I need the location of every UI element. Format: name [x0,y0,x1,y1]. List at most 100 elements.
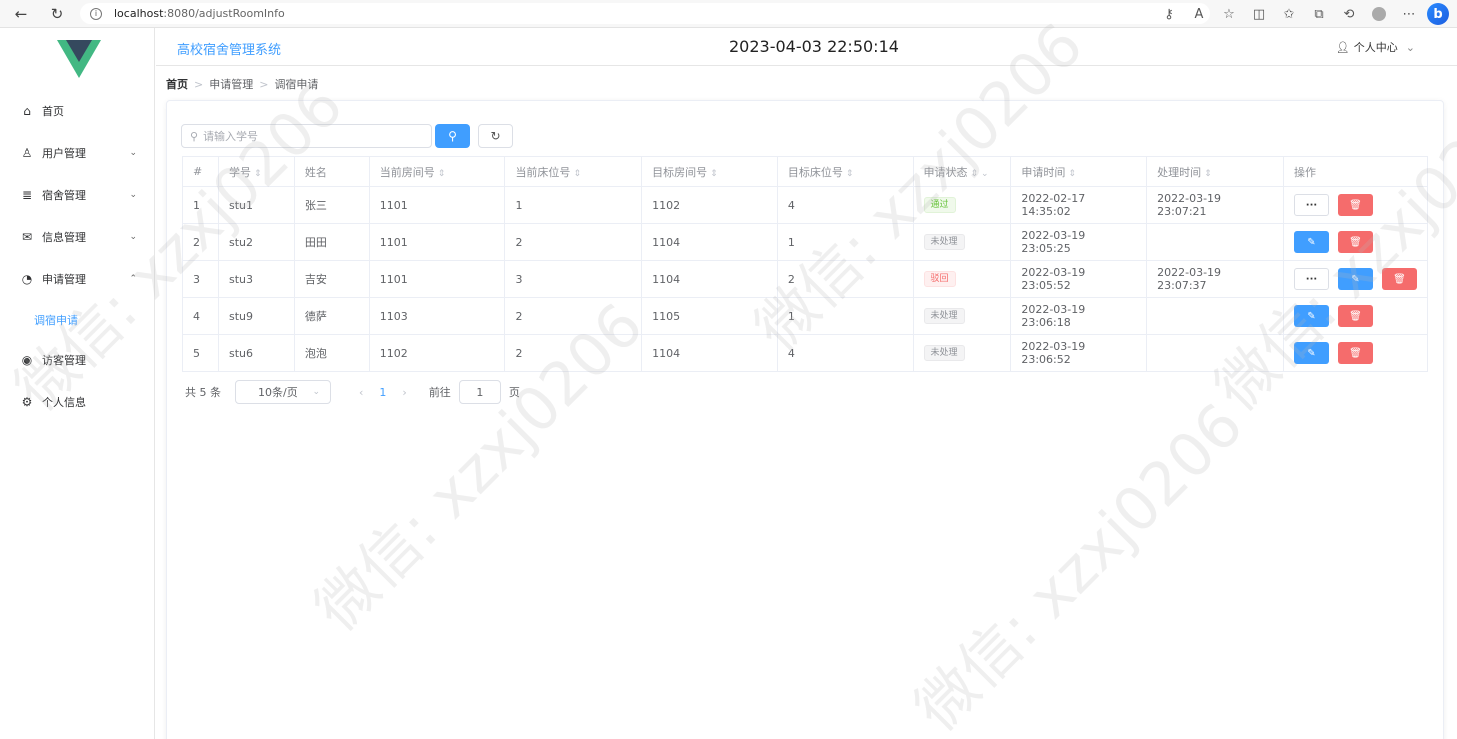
col-target-bed[interactable]: 目标床位号 ⇕ [776,156,914,187]
cell-current-room: 1101 [368,223,506,261]
col-current-bed[interactable]: 当前床位号 ⇕ [504,156,643,187]
collections-icon[interactable]: ⧉ [1307,2,1331,26]
reload-icon[interactable]: ↻ [44,1,70,27]
url-path: :8080/adjustRoomInfo [163,7,285,20]
address-bar[interactable]: i localhost:8080/adjustRoomInfo [80,3,1210,24]
delete-button[interactable]: 🗑︎ [1382,268,1417,290]
profile-icon[interactable] [1367,2,1391,26]
more-icon[interactable]: ⋯ [1397,2,1421,26]
goto-page-input[interactable]: 1 [458,380,501,404]
cell-target-bed: 4 [776,186,914,224]
more-button[interactable]: ··· [1294,194,1329,216]
search-input[interactable]: ⚲ 请输入学号 [181,124,432,148]
user-center-dropdown[interactable]: 👤︎ 个人中心 ⌄ [1336,39,1415,55]
cell-handle-time [1146,297,1284,335]
prev-page-icon[interactable]: ‹ [359,386,363,399]
cell-target-bed: 2 [776,260,914,298]
sidebar-item-personal-info[interactable]: ⚙ 个人信息 [0,381,155,423]
cell-target-room: 1104 [641,223,778,261]
cell-current-bed: 2 [504,297,643,335]
delete-button[interactable]: 🗑︎ [1338,231,1373,253]
sidebar-item-application-management[interactable]: ◔ 申请管理 ⌃ [0,258,155,300]
site-info-icon[interactable]: i [90,7,102,20]
cell-status: 通过 [912,186,1012,224]
cell-student-id: stu3 [217,260,295,298]
chevron-up-icon: ⌃ [129,274,137,284]
cell-student-id: stu9 [217,297,295,335]
sidebar-item-label: 申请管理 [42,273,86,286]
cell-index: 4 [182,297,219,335]
delete-button[interactable]: 🗑︎ [1338,194,1373,216]
refresh-icon: ↻ [490,129,501,143]
top-header: 高校宿舍管理系统 2023-04-03 22:50:14 👤︎ 个人中心 ⌄ [156,28,1457,66]
delete-button[interactable]: 🗑︎ [1338,342,1373,364]
back-icon[interactable]: ← [8,1,34,27]
trash-icon: 🗑︎ [1393,273,1406,285]
favorites-icon[interactable]: ✩ [1277,2,1301,26]
edit-button[interactable]: ✎ [1294,342,1329,364]
page-size-select[interactable]: 10条/页 ⌄ [235,380,331,404]
cell-index: 2 [182,223,219,261]
key-icon[interactable]: ⚷ [1157,2,1181,26]
url-host: localhost [114,7,164,20]
table-row: 5 stu6 泡泡 1102 2 1104 4 未处理 2022-03-19 2… [182,334,1428,372]
cell-apply-time: 2022-03-19 23:05:52 [1010,260,1148,298]
search-button[interactable]: ⚲ [435,124,470,148]
more-button[interactable]: ··· [1294,268,1329,290]
sidebar: ⌂ 首页 ♙ 用户管理 ⌄ ≣ 宿舍管理 ⌄ ✉ 信息管理 ⌄ ◔ 申请管理 ⌃… [0,28,155,739]
breadcrumb-application: 申请管理 [209,78,254,91]
sidebar-item-user-management[interactable]: ♙ 用户管理 ⌄ [0,132,155,174]
system-title: 高校宿舍管理系统 [177,43,282,58]
trash-icon: 🗑︎ [1349,347,1362,359]
table-row: 4 stu9 德萨 1103 2 1105 1 未处理 2022-03-19 2… [182,297,1428,335]
cell-name: 德萨 [293,297,370,335]
col-student-id[interactable]: 学号 ⇕ [217,156,295,187]
col-handle-time[interactable]: 处理时间 ⇕ [1146,156,1284,187]
status-badge: 未处理 [923,345,965,361]
split-screen-icon[interactable]: ◫ [1247,2,1271,26]
history-icon[interactable]: ⟲ [1337,2,1361,26]
col-apply-time[interactable]: 申请时间 ⇕ [1010,156,1148,187]
next-page-icon[interactable]: › [402,386,406,399]
status-badge: 未处理 [923,308,965,324]
sidebar-item-label: 信息管理 [42,231,86,244]
favorite-add-icon[interactable]: ☆ [1217,2,1241,26]
edit-button[interactable]: ✎ [1338,268,1373,290]
edit-icon: ✎ [1307,236,1316,248]
delete-button[interactable]: 🗑︎ [1338,305,1373,327]
sidebar-item-label: 用户管理 [42,147,86,160]
trash-icon: 🗑︎ [1349,310,1362,322]
chevron-down-icon: ⌄ [129,190,137,200]
cell-handle-time [1146,334,1284,372]
current-page[interactable]: 1 [379,386,386,399]
sidebar-item-info-management[interactable]: ✉ 信息管理 ⌄ [0,216,155,258]
status-badge: 未处理 [923,234,965,250]
edit-button[interactable]: ✎ [1294,231,1329,253]
cell-current-bed: 3 [504,260,643,298]
sort-icon: ⇕ [1068,168,1076,179]
cell-actions: ··· 🗑︎ [1283,186,1428,224]
cell-handle-time: 2022-03-19 23:07:37 [1146,260,1284,298]
sidebar-item-home[interactable]: ⌂ 首页 [0,90,155,132]
col-index: # [182,156,219,187]
sidebar-item-dorm-management[interactable]: ≣ 宿舍管理 ⌄ [0,174,155,216]
sidebar-subitem-adjust-room[interactable]: 调宿申请 [0,300,155,340]
refresh-button[interactable]: ↻ [478,124,513,148]
sidebar-item-visitor-management[interactable]: ◉ 访客管理 [0,339,155,381]
cell-student-id: stu2 [217,223,295,261]
col-target-room[interactable]: 目标房间号 ⇕ [641,156,778,187]
total-count: 共 5 条 [185,386,221,399]
pagination: 共 5 条 10条/页 ⌄ ‹ 1 › 前往 1 页 [185,380,520,404]
read-aloud-icon[interactable]: A [1187,2,1211,26]
chevron-down-icon: ⌄ [129,232,137,242]
bing-icon[interactable]: b [1427,3,1449,25]
sort-icon: ⇕ [710,168,718,179]
breadcrumb-home[interactable]: 首页 [166,76,188,92]
col-status[interactable]: 申请状态 ⇕ ⌄ [912,156,1012,187]
edit-button[interactable]: ✎ [1294,305,1329,327]
cell-status: 未处理 [912,223,1012,261]
col-current-room[interactable]: 当前房间号 ⇕ [368,156,506,187]
cell-apply-time: 2022-03-19 23:05:25 [1010,223,1148,261]
cell-target-bed: 1 [776,297,914,335]
cell-student-id: stu6 [217,334,295,372]
